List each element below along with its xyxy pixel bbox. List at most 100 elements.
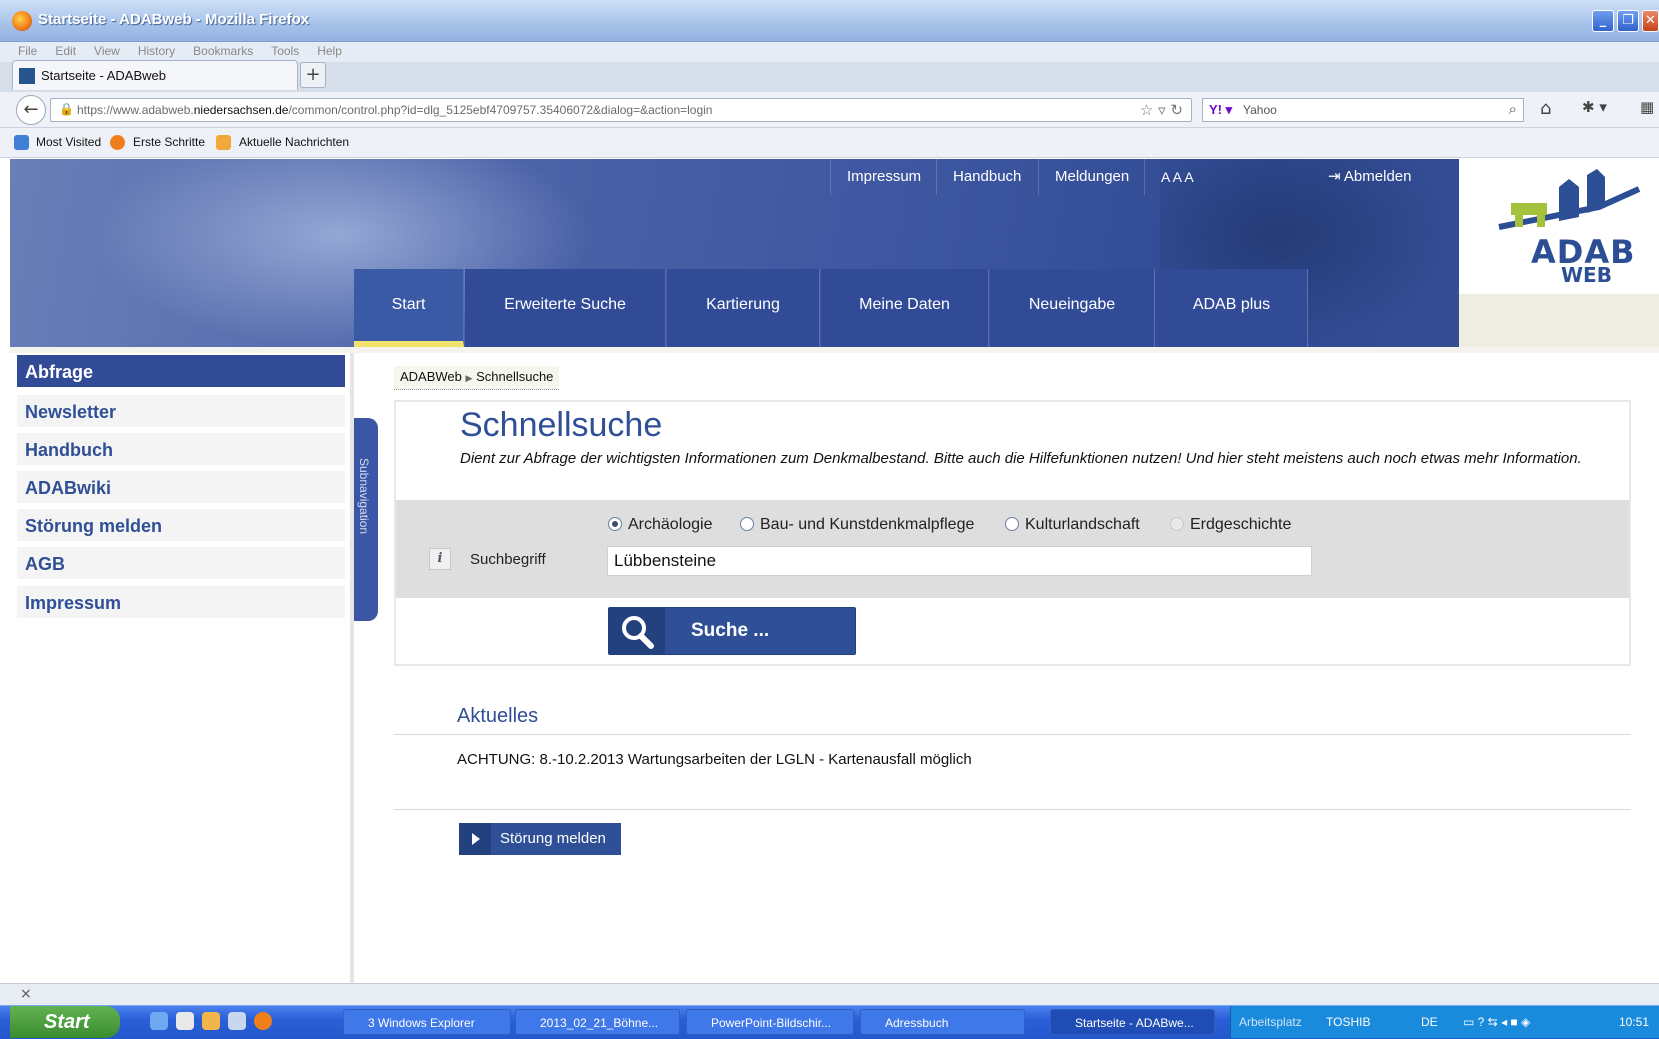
- workspace-label[interactable]: Arbeitsplatz: [1239, 1015, 1302, 1029]
- radio-bau-kunstdenkmalpflege[interactable]: Bau- und Kunstdenkmalpflege: [740, 516, 974, 534]
- most-visited-icon: [14, 135, 29, 150]
- search-term-input[interactable]: [607, 546, 1312, 576]
- taskbar-item-powerpoint[interactable]: PowerPoint-Bildschir...: [686, 1009, 854, 1035]
- page-description: Dient zur Abfrage der wichtigsten Inform…: [460, 450, 1582, 467]
- radio-erdgeschichte[interactable]: Erdgeschichte: [1170, 516, 1291, 534]
- window-title: Startseite - ADABweb - Mozilla Firefox: [38, 11, 310, 28]
- bookmark-erste-schritte[interactable]: Erste Schritte: [133, 135, 205, 149]
- subnavigation-toggle[interactable]: Subnavigation: [354, 418, 378, 621]
- sidebar-item-stoerung-melden[interactable]: Störung melden: [17, 509, 345, 543]
- sidebar-item-abfrage[interactable]: Abfrage: [17, 355, 345, 389]
- address-bar[interactable]: 🔒 https://www.adabweb.niedersachsen.de/c…: [50, 98, 1192, 122]
- breadcrumb: ADABWeb ▶ Schnellsuche: [394, 366, 560, 390]
- search-box[interactable]: Y! ▾ Yahoo ⌕: [1202, 98, 1524, 122]
- menu-help[interactable]: Help: [317, 44, 342, 58]
- lock-icon: 🔒: [59, 102, 74, 116]
- divider: [394, 734, 1631, 735]
- nav-erweiterte-suche[interactable]: Erweiterte Suche: [465, 269, 666, 347]
- radio-icon[interactable]: [1005, 517, 1019, 531]
- addon-icon[interactable]: ✱ ▾: [1582, 98, 1607, 116]
- bookmark-aktuelle-nachrichten[interactable]: Aktuelle Nachrichten: [239, 135, 349, 149]
- ie-icon[interactable]: [150, 1012, 168, 1030]
- divider: [394, 809, 1631, 810]
- bookmark-most-visited[interactable]: Most Visited: [36, 135, 101, 149]
- radio-selected-icon[interactable]: [608, 517, 622, 531]
- menu-bookmarks[interactable]: Bookmarks: [193, 44, 253, 58]
- search-term-label: Suchbegriff: [470, 551, 546, 568]
- breadcrumb-arrow-icon: ▶: [465, 373, 473, 383]
- nav-adab-plus[interactable]: ADAB plus: [1156, 269, 1308, 347]
- menu-tools[interactable]: Tools: [271, 44, 299, 58]
- show-desktop-icon[interactable]: [176, 1012, 194, 1030]
- yahoo-icon[interactable]: Y! ▾: [1209, 102, 1232, 118]
- sidebar-item-handbuch[interactable]: Handbuch: [17, 433, 345, 467]
- taskbar-item-adressbuch[interactable]: Adressbuch: [860, 1009, 1025, 1035]
- toplink-handbuch[interactable]: Handbuch: [936, 159, 1037, 195]
- rss-icon: [216, 135, 231, 150]
- close-statusbar-icon[interactable]: ×: [20, 986, 32, 1002]
- font-size-switcher[interactable]: A A A: [1144, 159, 1210, 195]
- menu-file[interactable]: File: [18, 44, 37, 58]
- home-icon[interactable]: ⌂: [1540, 98, 1551, 119]
- toplink-meldungen[interactable]: Meldungen: [1038, 159, 1145, 195]
- taskbar-item-boehne[interactable]: 2013_02_21_Böhne...: [515, 1009, 680, 1035]
- start-button[interactable]: Start: [10, 1006, 120, 1038]
- play-arrow-icon: [459, 823, 491, 855]
- back-arrow-icon: ←: [23, 99, 39, 120]
- new-tab-button[interactable]: +: [300, 62, 326, 88]
- taskbar-item-firefox-active[interactable]: Startseite - ADABwe...: [1050, 1009, 1215, 1035]
- nav-neueingabe[interactable]: Neueingabe: [990, 269, 1155, 347]
- info-icon[interactable]: i: [429, 548, 451, 570]
- nav-meine-daten[interactable]: Meine Daten: [821, 269, 989, 347]
- window-titlebar[interactable]: Startseite - ADABweb - Mozilla Firefox _…: [0, 0, 1659, 42]
- search-icon[interactable]: ⌕: [1509, 100, 1517, 118]
- menu-bar: File Edit View History Bookmarks Tools Help: [0, 42, 1659, 62]
- minimize-button[interactable]: _: [1592, 10, 1614, 32]
- logo-text-web: WEB: [1561, 263, 1612, 287]
- header-strip: [1459, 294, 1659, 347]
- menu-edit[interactable]: Edit: [55, 44, 76, 58]
- outlook-icon[interactable]: [202, 1012, 220, 1030]
- page-title: Schnellsuche: [460, 406, 663, 444]
- close-window-button[interactable]: ✕: [1642, 10, 1659, 32]
- menu-view[interactable]: View: [94, 44, 120, 58]
- radio-kulturlandschaft[interactable]: Kulturlandschaft: [1005, 516, 1140, 534]
- sidebar-item-newsletter[interactable]: Newsletter: [17, 395, 345, 429]
- toplink-impressum[interactable]: Impressum: [830, 159, 937, 195]
- bookmark-star-icon[interactable]: ☆ ▿ ↻: [1140, 101, 1183, 119]
- media-icon[interactable]: [228, 1012, 246, 1030]
- news-item: ACHTUNG: 8.-10.2.2013 Wartungsarbeiten d…: [457, 751, 972, 768]
- language-indicator[interactable]: DE: [1421, 1015, 1438, 1029]
- menu-grid-icon[interactable]: ▦: [1640, 98, 1654, 116]
- radio-archaeologie[interactable]: Archäologie: [608, 516, 713, 534]
- menu-history[interactable]: History: [138, 44, 175, 58]
- dolmen-logo-icon: [1498, 169, 1641, 230]
- maximize-button[interactable]: ❐: [1617, 10, 1639, 32]
- search-submit-button[interactable]: Suche ...: [608, 607, 856, 655]
- radio-icon[interactable]: [740, 517, 754, 531]
- nav-start[interactable]: Start: [354, 269, 464, 347]
- magnifier-icon: [609, 608, 665, 654]
- news-heading: Aktuelles: [457, 705, 539, 727]
- firefox-icon: [110, 135, 125, 150]
- breadcrumb-root[interactable]: ADABWeb: [400, 369, 462, 384]
- bookmarks-toolbar: Most Visited Erste Schritte Aktuelle Nac…: [0, 128, 1659, 158]
- taskbar-item-windows-explorer[interactable]: 3 Windows Explorer: [343, 1009, 511, 1035]
- tray-icons[interactable]: ▭ ? ⇆ ◂ ■ ◈: [1463, 1015, 1530, 1029]
- url-text: https://www.adabweb.niedersachsen.de/com…: [77, 103, 713, 117]
- sidebar-item-adabwiki[interactable]: ADABwiki: [17, 471, 345, 505]
- adab-web-logo[interactable]: ADAB WEB: [1459, 159, 1659, 294]
- nav-kartierung[interactable]: Kartierung: [667, 269, 820, 347]
- firefox-icon: [12, 11, 32, 31]
- search-submit-label: Suche ...: [691, 620, 770, 641]
- sidebar-item-impressum[interactable]: Impressum: [17, 586, 345, 620]
- back-button[interactable]: ←: [16, 95, 46, 125]
- tab-startseite[interactable]: Startseite - ADABweb: [12, 60, 298, 90]
- report-problem-button[interactable]: Störung melden: [459, 823, 621, 855]
- system-tray: Arbeitsplatz TOSHIB DE ▭ ? ⇆ ◂ ■ ◈ 10:51: [1230, 1006, 1659, 1038]
- firefox-quicklaunch-icon[interactable]: [254, 1012, 272, 1030]
- sidebar-item-agb[interactable]: AGB: [17, 547, 345, 581]
- radio-disabled-icon: [1170, 517, 1184, 531]
- drive-label[interactable]: TOSHIB: [1326, 1015, 1370, 1029]
- logout-link[interactable]: ⇥ Abmelden: [1312, 159, 1427, 195]
